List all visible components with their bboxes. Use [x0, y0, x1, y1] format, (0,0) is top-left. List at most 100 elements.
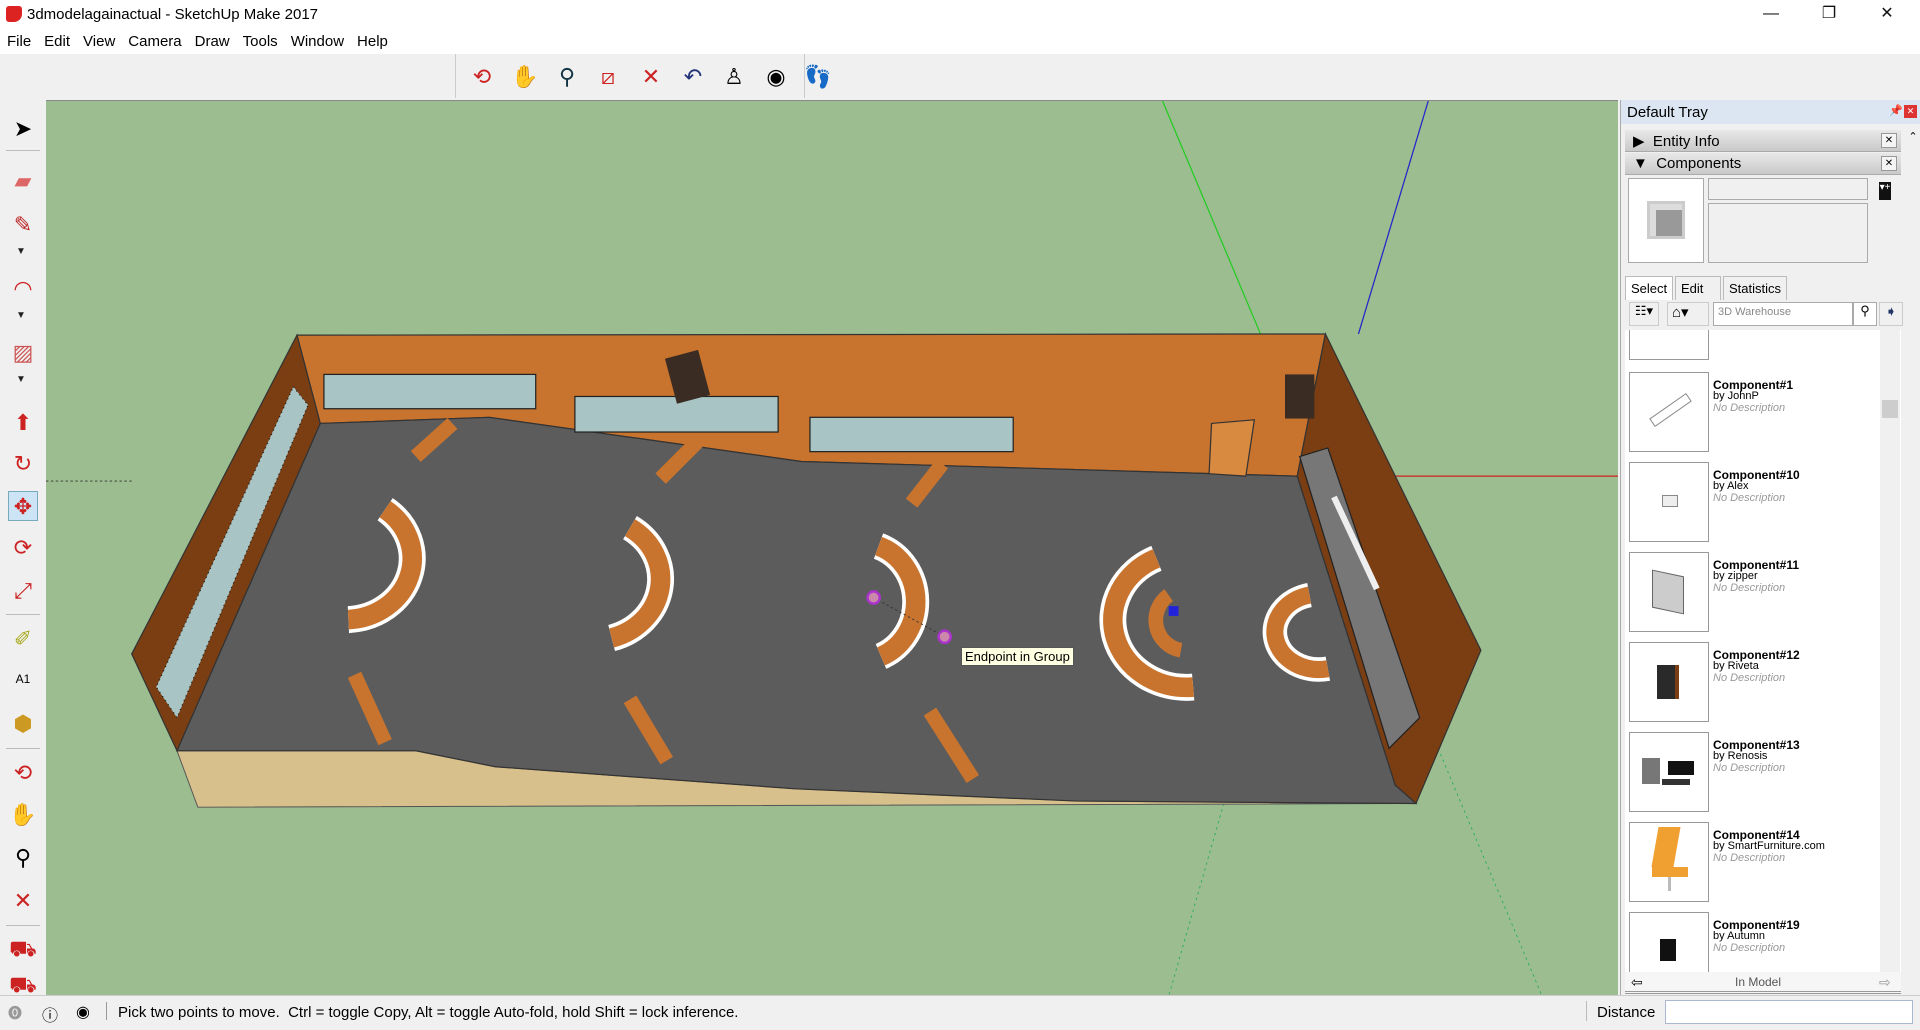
select-icon[interactable]: ➤: [8, 114, 38, 144]
menu-help[interactable]: Help: [350, 30, 394, 50]
chevron-down-icon[interactable]: ▼: [16, 374, 26, 385]
search-icon[interactable]: ⚲: [1853, 302, 1877, 326]
scrollbar-thumb[interactable]: [1882, 400, 1898, 418]
warehouse-icon[interactable]: ⛟: [8, 934, 38, 964]
speaker-thumbnail: [1629, 642, 1709, 722]
blue-axis: [1357, 101, 1429, 335]
follow-me-icon[interactable]: ↻: [8, 449, 38, 479]
tray-scroll-up[interactable]: ⌃: [1906, 130, 1920, 175]
move-icon[interactable]: ✥: [8, 491, 38, 521]
orbit-icon[interactable]: ⟲: [467, 63, 497, 91]
close-icon[interactable]: ✕: [1881, 133, 1897, 148]
geolocation-icon[interactable]: ⓿: [8, 1003, 22, 1023]
look-around-icon[interactable]: ◉: [761, 63, 791, 91]
list-item[interactable]: Component#12 by Riveta No Description: [1629, 642, 1894, 732]
window: [809, 416, 1014, 453]
item-description: No Description: [1713, 942, 1786, 954]
minimize-button[interactable]: —: [1742, 0, 1800, 30]
position-camera-icon[interactable]: ♙: [719, 63, 749, 91]
view-options-icon[interactable]: ☷▾: [1629, 302, 1659, 326]
warehouse-search-input[interactable]: 3D Warehouse: [1713, 302, 1853, 326]
title-bar: 3dmodelagainactual - SketchUp Make 2017 …: [0, 0, 1920, 30]
walk-icon[interactable]: 👣: [803, 63, 833, 91]
zoom-extents-icon[interactable]: ✕: [8, 886, 38, 916]
forward-arrow-icon[interactable]: ⇨: [1879, 974, 1891, 991]
component-name-field[interactable]: [1708, 178, 1868, 200]
paint-bucket-icon[interactable]: ⬢: [8, 709, 38, 739]
entity-info-panel-header[interactable]: ▶ Entity Info ✕: [1625, 130, 1901, 152]
tab-edit[interactable]: Edit: [1675, 276, 1721, 300]
pan-icon[interactable]: ✋: [510, 63, 540, 91]
list-scrollbar[interactable]: [1880, 330, 1900, 972]
details-menu-icon[interactable]: ▾+: [1879, 182, 1891, 200]
home-icon[interactable]: ⌂▾: [1667, 302, 1709, 326]
list-item[interactable]: Component#14 by SmartFurniture.com No Desc…: [1629, 822, 1894, 912]
close-icon[interactable]: ✕: [1881, 156, 1897, 171]
push-pull-icon[interactable]: ⬆: [8, 408, 38, 438]
stair-thumbnail: [1629, 372, 1709, 452]
measurements-input[interactable]: [1665, 1000, 1913, 1024]
user-account-icon[interactable]: ◉: [76, 1002, 90, 1022]
tray-title: Default Tray: [1627, 104, 1708, 121]
zoom-window-icon[interactable]: ⧄: [593, 63, 623, 91]
pin-icon[interactable]: 📌: [1889, 104, 1903, 117]
text-icon[interactable]: A1: [8, 664, 38, 694]
menu-view[interactable]: View: [76, 30, 121, 50]
panel-label: Entity Info: [1652, 133, 1720, 150]
components-panel-header[interactable]: ▼ Components ✕: [1625, 153, 1901, 175]
component-list: Component#1 by JohnP No Description Compon…: [1625, 330, 1901, 972]
rectangle-icon[interactable]: ▨: [8, 338, 38, 368]
tape-measure-icon[interactable]: ✐: [8, 624, 38, 654]
scale-icon[interactable]: ⤢: [8, 576, 38, 606]
list-item[interactable]: Component#1 by JohnP No Description: [1629, 372, 1894, 462]
menu-tools[interactable]: Tools: [236, 30, 284, 50]
component-cube-icon: [1647, 201, 1685, 239]
menu-draw[interactable]: Draw: [188, 30, 236, 50]
computer-thumbnail: [1629, 732, 1709, 812]
close-button[interactable]: ✕: [1858, 0, 1916, 30]
sketchup-logo-icon: [6, 6, 22, 22]
door: [1208, 419, 1256, 477]
list-item[interactable]: Component#13 by Renosis No Description: [1629, 732, 1894, 822]
menu-file[interactable]: File: [0, 30, 37, 50]
list-item[interactable]: Component#10 by Alex No Description: [1629, 462, 1894, 552]
tray-title-bar: Default Tray 📌 ✕: [1621, 100, 1920, 124]
menu-window[interactable]: Window: [284, 30, 350, 50]
list-item[interactable]: Component#11 by zipper No Description: [1629, 552, 1894, 642]
chevron-down-icon[interactable]: ▼: [16, 246, 26, 257]
list-item[interactable]: Component#19 by Autumn No Description: [1629, 912, 1894, 972]
component-thumbnail: [1629, 330, 1709, 360]
tray-close-button[interactable]: ✕: [1904, 105, 1917, 118]
list-item[interactable]: [1629, 330, 1894, 370]
pencil-icon[interactable]: ✎: [8, 210, 38, 240]
item-author: by zipper: [1713, 570, 1758, 582]
arc-icon[interactable]: ◠: [8, 274, 38, 304]
pan-icon[interactable]: ✋: [8, 800, 38, 830]
chevron-down-icon[interactable]: ▼: [16, 310, 26, 321]
zoom-extents-icon[interactable]: ✕: [636, 63, 666, 91]
divider: [6, 614, 40, 615]
orbit-icon[interactable]: ⟲: [8, 758, 38, 788]
info-icon[interactable]: ⓘ: [42, 1002, 58, 1026]
tab-select[interactable]: Select: [1625, 276, 1674, 300]
zoom-icon[interactable]: ⚲: [8, 843, 38, 873]
eraser-icon[interactable]: ▰: [8, 166, 38, 196]
component-description-field[interactable]: [1708, 203, 1868, 263]
rotate-icon[interactable]: ⟳: [8, 533, 38, 563]
menu-edit[interactable]: Edit: [37, 30, 76, 50]
zoom-icon[interactable]: ⚲: [552, 63, 582, 91]
restore-button[interactable]: ❐: [1800, 0, 1858, 30]
previous-view-icon[interactable]: ↶: [678, 63, 708, 91]
item-description: No Description: [1713, 402, 1786, 414]
menu-camera[interactable]: Camera: [121, 30, 187, 50]
green-axis-negative: [1168, 803, 1225, 995]
divider: [1586, 1001, 1587, 1021]
back-arrow-icon[interactable]: ⇦: [1631, 974, 1643, 991]
tab-statistics[interactable]: Statistics: [1723, 276, 1788, 300]
collection-label: In Model: [1735, 975, 1782, 989]
item-description: No Description: [1713, 672, 1786, 684]
modeling-viewport[interactable]: Endpoint in Group: [46, 100, 1618, 995]
large-tool-set: ➤ ▰ ✎ ▼ ◠ ▼ ▨ ▼ ⬆ ↻ ✥ ⟳ ⤢ ✐ A1 ⬢ ⟲ ✋ ⚲ ✕…: [0, 100, 46, 997]
chair-thumbnail: [1629, 822, 1709, 902]
navigate-forward-icon[interactable]: ➧: [1879, 302, 1903, 326]
